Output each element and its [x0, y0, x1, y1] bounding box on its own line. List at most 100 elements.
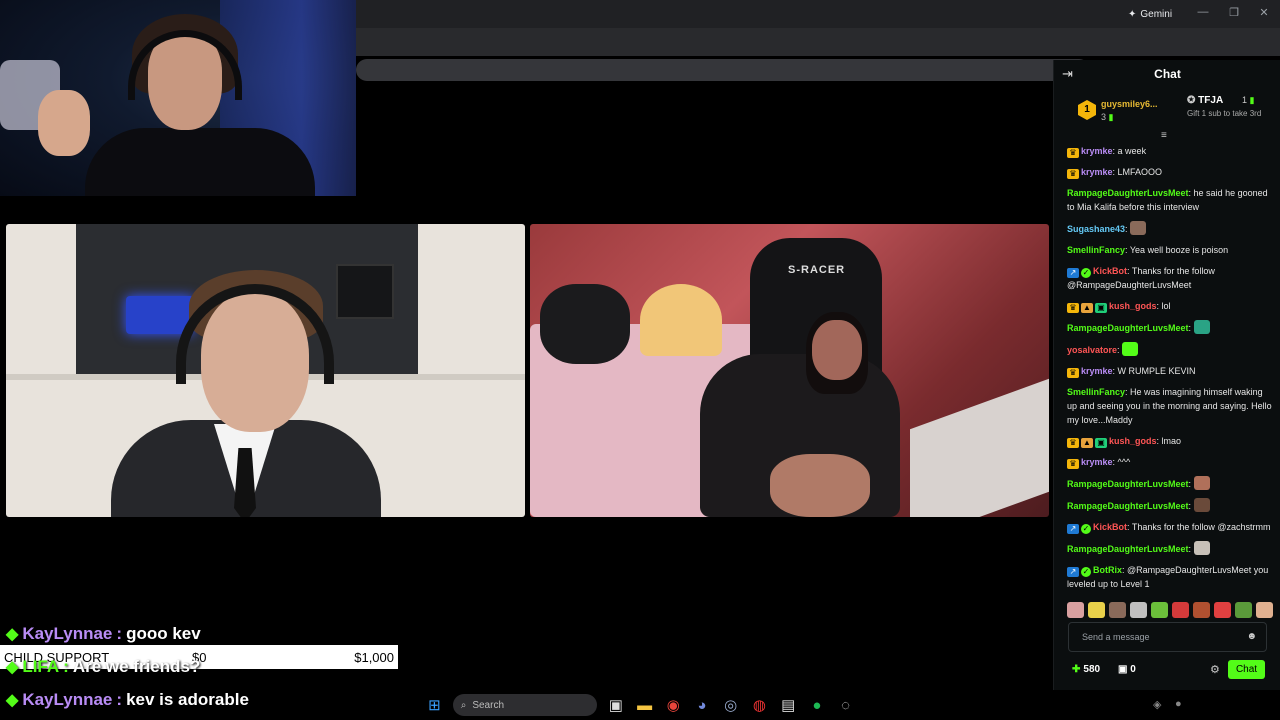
emote-icon[interactable]	[1067, 602, 1084, 618]
chat-username[interactable]: krymke	[1081, 146, 1113, 156]
chat-message: RampageDaughterLuvsMeet: he said he goon…	[1067, 188, 1268, 212]
sub-badge-icon: ▲	[1081, 303, 1093, 313]
chat-count[interactable]: ▣ 0	[1118, 664, 1136, 675]
chat-input-box[interactable]: ☻	[1068, 622, 1267, 652]
emote-icon	[1193, 320, 1210, 334]
chat-username[interactable]: RampageDaughterLuvsMeet	[1067, 501, 1189, 511]
leader-count: 3 ▮	[1101, 112, 1114, 122]
chat-username[interactable]: yosalvatore	[1067, 345, 1117, 355]
crown-badge-icon: ♛	[1067, 459, 1079, 469]
chat-username[interactable]: Sugashane43	[1067, 224, 1125, 234]
steam-icon[interactable]: ◎	[716, 691, 745, 719]
crown-badge-icon: ♛	[1067, 303, 1079, 313]
taskbar: ⊞ ⌕ Search ▣ ▬ ◉ ◕ ◎ ◍ ▤ ● ◌	[420, 690, 860, 720]
chat-message-text: lol	[1161, 301, 1171, 311]
send-chat-button[interactable]: Chat	[1228, 660, 1265, 679]
crown-badge-icon: ♛	[1067, 368, 1079, 378]
close-button[interactable]: ✕	[1256, 6, 1272, 19]
maximize-button[interactable]: ❐	[1226, 6, 1242, 19]
emote-icon[interactable]	[1235, 602, 1252, 618]
chat-username[interactable]: krymke	[1081, 366, 1113, 376]
tray-app-icon[interactable]: ◈	[1153, 698, 1161, 711]
chair-logo: S-RACER	[788, 264, 846, 276]
chat-username[interactable]: krymke	[1081, 167, 1113, 177]
chrome-icon[interactable]: ◉	[659, 691, 688, 719]
leader-username[interactable]: guysmiley6...	[1101, 99, 1158, 109]
emote-icon[interactable]	[1193, 602, 1210, 618]
crown-badge-icon: ♛	[1067, 438, 1079, 448]
gear-icon[interactable]: ⚙	[1210, 663, 1220, 676]
chat-username[interactable]: RampageDaughterLuvsMeet	[1067, 544, 1189, 554]
overlay-chat-message: ◆ KayLynnae: gooo kev	[6, 624, 201, 643]
emote-icon[interactable]	[1151, 602, 1168, 618]
chat-message-text: Yea well booze is poison	[1129, 245, 1229, 255]
chat-message: ♛ krymke: LMFAOOO	[1067, 165, 1273, 179]
microphone-icon[interactable]: ●	[1175, 698, 1182, 710]
emote-icon[interactable]	[1088, 602, 1105, 618]
kick-icon: ◆	[6, 659, 19, 676]
gemini-button[interactable]: ✦ Gemini	[1122, 5, 1178, 23]
emote-icon[interactable]	[1256, 602, 1273, 618]
chat-username[interactable]: RampageDaughterLuvsMeet	[1067, 188, 1189, 198]
chat-message: RampageDaughterLuvsMeet:	[1067, 541, 1273, 556]
address-bar[interactable]	[356, 59, 1090, 81]
chat-username[interactable]: RampageDaughterLuvsMeet	[1067, 323, 1189, 333]
chat-message: SmellinFancy: Yea well booze is poison	[1067, 245, 1229, 255]
overlay-chat-message: ◆ KayLynnae: kev is adorable	[6, 690, 249, 709]
taskbar-search-label: Search	[472, 699, 505, 711]
filter-icon[interactable]: ≡	[1161, 130, 1167, 141]
chat-username[interactable]: SmellinFancy	[1067, 245, 1125, 255]
medal-icon: ✪	[1187, 95, 1196, 106]
chat-username[interactable]: BotRix	[1093, 565, 1122, 575]
emote-icon[interactable]	[1214, 602, 1231, 618]
channel-points[interactable]: ✚ 580	[1072, 664, 1100, 675]
obs-icon[interactable]: ◍	[745, 691, 774, 719]
chat-username[interactable]: KickBot	[1093, 522, 1127, 532]
chat-username[interactable]: KickBot	[1093, 266, 1127, 276]
chat-username[interactable]: RampageDaughterLuvsMeet	[1067, 479, 1189, 489]
chat-header: ⇥ Chat	[1054, 60, 1280, 87]
chat-message: ↗ ✓ KickBot: Thanks for the follow @Rampag…	[1067, 266, 1215, 290]
emote-icon	[1193, 498, 1210, 512]
chat-message: ♛ krymke: a week	[1067, 144, 1273, 158]
minimize-button[interactable]: —	[1195, 6, 1211, 18]
chat-title: Chat	[1154, 67, 1181, 81]
bot-badge-icon: ↗	[1067, 567, 1079, 577]
verified-badge-icon: ✓	[1081, 567, 1091, 577]
chat-message: RampageDaughterLuvsMeet:	[1067, 320, 1273, 335]
chat-message: RampageDaughterLuvsMeet:	[1067, 476, 1273, 491]
emoji-icon[interactable]: ☻	[1246, 631, 1257, 642]
windows-start-icon[interactable]: ⊞	[420, 691, 449, 719]
chat-panel: ⇥ Chat 1 guysmiley6... 3 ▮ ✪ TFJA 1 ▮ Gi…	[1053, 60, 1280, 690]
chat-input[interactable]	[1069, 623, 1249, 651]
discord-icon[interactable]: ◕	[688, 691, 717, 719]
chat-message-text: Thanks for the follow @zachstrmm	[1131, 522, 1271, 532]
wallet-icon: ▣	[1118, 664, 1128, 675]
chat-username[interactable]: SmellinFancy	[1067, 387, 1125, 397]
file-explorer-icon[interactable]: ▬	[630, 691, 659, 719]
gift-prompt: Gift 1 sub to take 3rd	[1187, 109, 1262, 118]
emote-icon[interactable]	[1109, 602, 1126, 618]
emote-icon[interactable]	[1172, 602, 1189, 618]
chat-message-text: ^^^	[1117, 457, 1131, 467]
chat-message-text: LMFAOOO	[1117, 167, 1163, 177]
kick-icon: ◆	[6, 692, 19, 709]
taskbar-search[interactable]: ⌕ Search	[452, 694, 598, 716]
streamer-webcam	[0, 0, 356, 196]
spotify-icon[interactable]: ●	[803, 691, 832, 719]
epic-games-icon[interactable]: ▤	[774, 691, 803, 719]
chat-message-text: a week	[1117, 146, 1147, 156]
chat-username[interactable]: krymke	[1081, 457, 1113, 467]
app-icon[interactable]: ◌	[831, 691, 860, 719]
chat-username[interactable]: kush_gods	[1109, 436, 1157, 446]
emote-icon[interactable]	[1130, 602, 1147, 618]
chat-username[interactable]: kush_gods	[1109, 301, 1157, 311]
chat-message: SmellinFancy: He was imagining himself w…	[1067, 387, 1272, 425]
chat-message-text: lmao	[1161, 436, 1182, 446]
emote-icon	[1122, 342, 1139, 356]
second-username[interactable]: ✪ TFJA	[1187, 95, 1223, 106]
verified-badge-icon: ✓	[1081, 268, 1091, 278]
emote-icon	[1130, 221, 1147, 235]
gift-leaderboard: 1 guysmiley6... 3 ▮ ✪ TFJA 1 ▮ Gift 1 su…	[1054, 88, 1280, 136]
task-view-icon[interactable]: ▣	[601, 691, 630, 719]
